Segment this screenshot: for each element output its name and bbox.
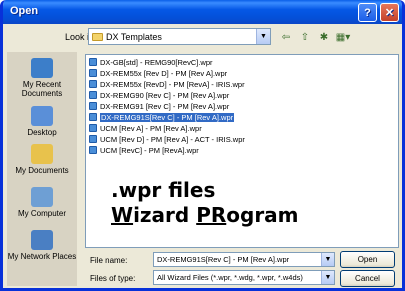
place-label: My Network Places — [7, 252, 77, 261]
file-name: DX-REMG91S[Rev C] - PM [Rev A].wpr — [100, 112, 235, 122]
wpr-file-icon — [89, 124, 97, 132]
look-in-select[interactable]: DX Templates ▼ — [88, 28, 271, 45]
place-recent-documents[interactable]: My Recent Documents — [7, 58, 77, 98]
close-button[interactable]: ✕ — [380, 3, 399, 22]
wpr-file-icon — [89, 102, 97, 110]
annotation-ogram: ogram — [226, 203, 299, 227]
wpr-file-icon — [89, 113, 97, 121]
chevron-down-icon[interactable]: ▼ — [256, 29, 270, 44]
place-label: My Recent Documents — [21, 80, 63, 98]
annotation-title: .wpr files — [111, 178, 216, 202]
folder-icon — [92, 32, 103, 41]
annotation-w: W — [111, 203, 134, 227]
file-type-value: All Wizard Files (*.wpr, *.wdg, *.wpr, *… — [157, 273, 303, 282]
wpr-file-icon — [89, 58, 97, 66]
place-desktop[interactable]: Desktop — [7, 106, 77, 137]
file-item[interactable]: DX-REM55x [RevD] - PM [RevA] - IRIS.wpr — [89, 79, 247, 89]
file-item[interactable]: DX-GB[std] - REMG90[RevC].wpr — [89, 57, 215, 67]
wpr-file-icon — [89, 135, 97, 143]
file-name: UCM [Rev A] - PM [Rev A].wpr — [100, 123, 202, 133]
place-label: Desktop — [27, 128, 57, 137]
desktop-icon — [31, 106, 53, 126]
place-network-places[interactable]: My Network Places — [7, 230, 77, 261]
file-item[interactable]: DX-REM55x [Rev D] - PM [Rev A].wpr — [89, 68, 229, 78]
file-item-selected[interactable]: DX-REMG91S[Rev C] - PM [Rev A].wpr — [89, 112, 236, 122]
toolbar: ⇦ ⇧ ✱ ▦▾ — [278, 30, 351, 44]
new-folder-icon[interactable]: ✱ — [316, 30, 332, 44]
file-name: DX-REM55x [Rev D] - PM [Rev A].wpr — [100, 68, 228, 78]
file-item[interactable]: DX-REMG90 [Rev C] - PM [Rev A].wpr — [89, 90, 231, 100]
file-name: UCM [RevC] - PM [RevA].wpr — [100, 145, 199, 155]
file-name: DX-GB[std] - REMG90[RevC].wpr — [100, 57, 213, 67]
file-item[interactable]: UCM [Rev D] - PM [Rev A] - ACT - IRIS.wp… — [89, 134, 247, 144]
place-label: My Documents — [15, 166, 69, 175]
places-bar: My Recent Documents Desktop My Documents… — [7, 52, 77, 286]
annotation-subtitle: Wizard PRogram — [111, 203, 351, 227]
file-type-select[interactable]: All Wizard Files (*.wpr, *.wdg, *.wpr, *… — [153, 270, 335, 285]
views-menu-icon[interactable]: ▦▾ — [335, 30, 351, 44]
wpr-file-icon — [89, 91, 97, 99]
place-label: My Computer — [17, 209, 66, 218]
file-item[interactable]: DX-REMG91 [Rev C] - PM [Rev A].wpr — [89, 101, 231, 111]
file-name: DX-REMG91 [Rev C] - PM [Rev A].wpr — [100, 101, 230, 111]
title-bar[interactable]: Open ? ✕ — [3, 0, 402, 24]
file-name: DX-REM55x [RevD] - PM [RevA] - IRIS.wpr — [100, 79, 245, 89]
recent-documents-icon — [31, 58, 53, 78]
my-documents-icon — [31, 144, 53, 164]
back-icon[interactable]: ⇦ — [278, 30, 294, 44]
open-button[interactable]: Open — [340, 251, 395, 268]
open-dialog: Open ? ✕ Look in: DX Templates ▼ ⇦ ⇧ ✱ ▦… — [0, 0, 405, 291]
file-type-label: Files of type: — [90, 274, 136, 283]
file-item[interactable]: UCM [RevC] - PM [RevA].wpr — [89, 145, 201, 155]
chevron-down-icon[interactable]: ▼ — [321, 253, 334, 266]
cancel-button[interactable]: Cancel — [340, 270, 395, 287]
file-item[interactable]: UCM [Rev A] - PM [Rev A].wpr — [89, 123, 204, 133]
my-computer-icon — [31, 187, 53, 207]
place-my-documents[interactable]: My Documents — [7, 144, 77, 175]
file-name: DX-REMG90 [Rev C] - PM [Rev A].wpr — [100, 90, 230, 100]
dialog-title: Open — [10, 5, 39, 17]
file-name: UCM [Rev D] - PM [Rev A] - ACT - IRIS.wp… — [100, 134, 245, 144]
wpr-file-icon — [89, 69, 97, 77]
file-name-label: File name: — [90, 256, 128, 265]
file-name-input[interactable]: DX-REMG91S[Rev C] - PM [Rev A].wpr ▼ — [153, 252, 335, 267]
up-folder-icon[interactable]: ⇧ — [297, 30, 313, 44]
network-places-icon — [31, 230, 53, 250]
chevron-down-icon[interactable]: ▼ — [321, 271, 334, 284]
place-my-computer[interactable]: My Computer — [7, 187, 77, 218]
look-in-value: DX Templates — [106, 31, 162, 42]
help-button[interactable]: ? — [358, 3, 377, 22]
file-name-value: DX-REMG91S[Rev C] - PM [Rev A].wpr — [157, 255, 290, 264]
wpr-file-icon — [89, 146, 97, 154]
wpr-file-icon — [89, 80, 97, 88]
annotation-pr: PR — [196, 203, 227, 227]
annotation-izard: izard — [133, 203, 197, 227]
